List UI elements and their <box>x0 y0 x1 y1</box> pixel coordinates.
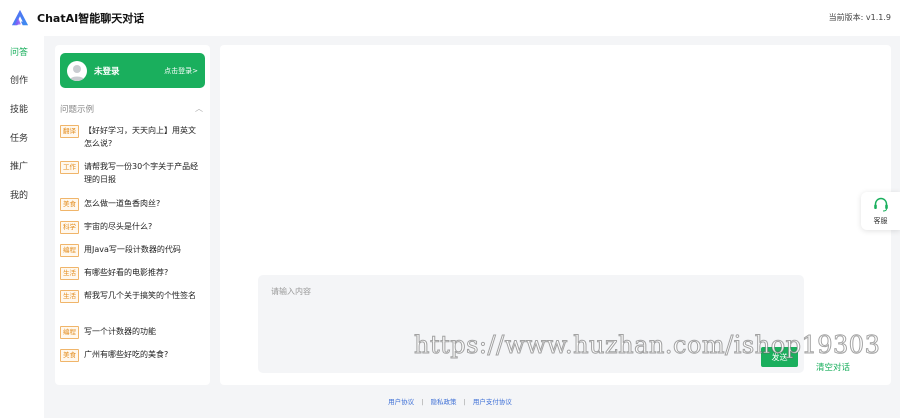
example-tag: 翻译 <box>60 125 79 138</box>
example-item[interactable]: 编程 写一个计数器的功能 <box>60 325 205 339</box>
footer-separator: | <box>421 398 424 406</box>
example-text: 用Java写一段计数器的代码 <box>84 245 181 254</box>
footer-link-privacy-policy[interactable]: 隐私政策 <box>431 398 457 406</box>
chat-input[interactable] <box>258 275 804 373</box>
example-text: 写一个计数器的功能 <box>84 327 156 336</box>
nav-item-create[interactable]: 创作 <box>10 73 28 86</box>
example-item[interactable]: 编程 用Java写一段计数器的代码 <box>60 243 205 257</box>
send-button[interactable]: 发送 <box>761 347 798 367</box>
login-card[interactable]: 未登录 点击登录> <box>60 53 205 88</box>
user-avatar-icon <box>67 60 87 81</box>
example-tag: 生活 <box>60 290 79 303</box>
footer-link-payment-agreement[interactable]: 用户支付协议 <box>473 398 512 406</box>
example-item[interactable]: 生活 帮我写几个关于搞笑的个性签名 <box>60 289 205 303</box>
headset-icon <box>873 197 888 212</box>
example-tag: 编程 <box>60 244 79 257</box>
login-status: 未登录 <box>94 66 120 77</box>
footer-link-user-agreement[interactable]: 用户协议 <box>388 398 414 406</box>
example-text: 宇宙的尽头是什么? <box>84 222 153 231</box>
example-item[interactable]: 生活 有哪些好看的电影推荐? <box>60 266 205 280</box>
logo-icon <box>11 9 29 26</box>
example-item[interactable]: 美食 广州有哪些好吃的美食? <box>60 348 205 362</box>
example-tag: 工作 <box>60 161 79 174</box>
chevron-up-icon[interactable]: ︿ <box>195 103 203 114</box>
customer-service-label: 客服 <box>873 217 888 225</box>
footer-separator: | <box>463 398 466 406</box>
side-panel: 未登录 点击登录> 问题示例 ︿ 翻译 【好好学习，天天向上】用英文怎么说? 工… <box>55 45 210 385</box>
nav-item-skills[interactable]: 技能 <box>10 102 28 115</box>
nav-item-qa[interactable]: 问答 <box>10 45 28 58</box>
example-text: 广州有哪些好吃的美食? <box>84 350 169 359</box>
example-text: 怎么做一道鱼香肉丝? <box>84 199 161 208</box>
clear-chat-button[interactable]: 清空对话 <box>816 361 850 373</box>
example-tag: 编程 <box>60 326 79 339</box>
examples-header[interactable]: 问题示例 ︿ <box>60 103 205 115</box>
example-text: 【好好学习，天天向上】用英文怎么说? <box>84 126 196 148</box>
example-text: 有哪些好看的电影推荐? <box>84 268 169 277</box>
version-text: 当前版本: v1.1.9 <box>828 13 891 22</box>
example-item[interactable]: 美食 怎么做一道鱼香肉丝? <box>60 197 205 211</box>
example-item[interactable]: 科学 宇宙的尽头是什么? <box>60 220 205 234</box>
nav-item-mine[interactable]: 我的 <box>10 188 28 201</box>
example-tag: 美食 <box>60 198 79 211</box>
login-link[interactable]: 点击登录> <box>164 66 198 76</box>
nav-item-promote[interactable]: 推广 <box>10 159 28 172</box>
top-bar: ChatAI智能聊天对话 当前版本: v1.1.9 <box>0 0 900 36</box>
example-tag: 生活 <box>60 267 79 280</box>
example-text: 请帮我写一份30个字关于产品经理的日报 <box>84 162 199 184</box>
example-item[interactable]: 工作 请帮我写一份30个字关于产品经理的日报 <box>60 160 205 186</box>
example-text: 帮我写几个关于搞笑的个性签名 <box>84 291 196 300</box>
nav-item-tasks[interactable]: 任务 <box>10 131 28 144</box>
example-tag: 美食 <box>60 349 79 362</box>
app-title: ChatAI智能聊天对话 <box>37 12 145 25</box>
footer: 用户协议 | 隐私政策 | 用户支付协议 <box>0 396 900 406</box>
example-tag: 科学 <box>60 221 79 234</box>
left-nav: 问答 创作 技能 任务 推广 我的 <box>0 36 44 418</box>
examples-title: 问题示例 <box>60 105 95 115</box>
customer-service-button[interactable]: 客服 <box>861 192 900 230</box>
example-item[interactable]: 翻译 【好好学习，天天向上】用英文怎么说? <box>60 124 205 150</box>
